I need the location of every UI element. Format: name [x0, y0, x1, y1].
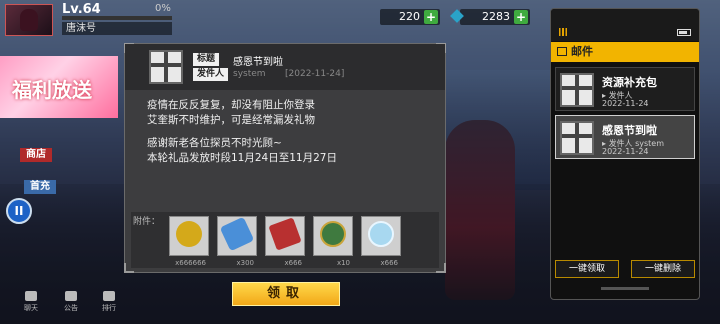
claim-all-button[interactable]: 一键领取: [555, 260, 619, 278]
exp-bar: [62, 16, 172, 20]
gift-icon: [560, 121, 594, 155]
badge-icon: [320, 221, 346, 247]
shop-tag[interactable]: 商店: [20, 148, 52, 162]
currency-gems: 2283 +: [450, 9, 530, 25]
currency-gems-value: 2283: [482, 10, 510, 23]
mail-panel: 邮件 资源补充包 ▸ 发件人 2022-11-24 感恩节到啦 ▸ 发件人 sy…: [550, 8, 700, 300]
add-gems-button[interactable]: +: [514, 10, 528, 24]
mail-icon: [557, 47, 567, 56]
rank-icon: [103, 291, 115, 301]
banner-text: 福利放送: [12, 78, 92, 102]
add-energy-button[interactable]: +: [424, 10, 438, 24]
currency-energy-value: 220: [399, 10, 420, 23]
signal-icon: [559, 28, 567, 36]
title-label: 标题: [193, 53, 220, 66]
nav-notice[interactable]: 公告: [60, 291, 82, 313]
battery-icon: [677, 29, 691, 36]
ticket-icon: [219, 216, 255, 252]
attachment-ticket[interactable]: x300: [217, 216, 257, 267]
crystal-icon: [368, 221, 394, 247]
mail-item-selected[interactable]: 感恩节到啦 ▸ 发件人 system 2022-11-24: [555, 115, 695, 159]
mail-detail-dialog: 标题 感恩节到啦 发件人 system [2022-11-24] 疫情在反反复复…: [124, 43, 446, 273]
first-charge-tag[interactable]: 首充: [24, 180, 56, 194]
mail-header: 邮件: [551, 42, 699, 62]
player-level: Lv.64: [62, 2, 101, 17]
mail-sender: system: [233, 69, 266, 79]
mail-actions: 一键领取 一键删除: [551, 255, 699, 278]
speaker-icon: [65, 291, 77, 301]
delete-all-button[interactable]: 一键删除: [631, 260, 695, 278]
mail-body: 疫情在反反复复，却没有阻止你登录 艾奎斯不时维护，可是经常漏发礼物 感谢新老各位…: [147, 99, 337, 164]
red-card-icon: [268, 217, 302, 251]
mail-title: 感恩节到啦: [233, 57, 283, 68]
attachment-badge[interactable]: x10: [313, 216, 353, 267]
home-indicator: [601, 287, 649, 290]
nav-chat[interactable]: 聊天: [20, 291, 42, 313]
attachment-crystal[interactable]: x666: [361, 216, 401, 267]
player-name: 唐沫号: [62, 22, 172, 35]
event-banner[interactable]: 福利放送: [0, 56, 118, 118]
player-avatar[interactable]: [5, 4, 53, 36]
exp-percent: 0%: [155, 3, 171, 14]
attachment-gold-coin[interactable]: x666666: [169, 216, 209, 267]
dialog-header: 标题 感恩节到啦 发件人 system [2022-11-24]: [125, 44, 445, 90]
phone-status-bar: [551, 9, 699, 41]
chat-icon: [25, 291, 37, 301]
pause-button[interactable]: II: [6, 198, 32, 224]
attachments-bar: 附件： x666666 x300 x666 x10 x666: [131, 212, 439, 268]
claim-button[interactable]: 领取: [232, 282, 340, 306]
mail-item[interactable]: 资源补充包 ▸ 发件人 2022-11-24: [555, 67, 695, 111]
sender-label: 发件人: [193, 68, 229, 81]
attachment-red-card[interactable]: x666: [265, 216, 305, 267]
attachments-label: 附件：: [133, 217, 161, 227]
nav-rank[interactable]: 排行: [98, 291, 120, 313]
gift-icon: [149, 50, 183, 84]
currency-energy: 220 +: [380, 9, 440, 25]
gift-icon: [560, 73, 594, 107]
gold-coin-icon: [176, 221, 202, 247]
mail-date: [2022-11-24]: [285, 69, 345, 79]
